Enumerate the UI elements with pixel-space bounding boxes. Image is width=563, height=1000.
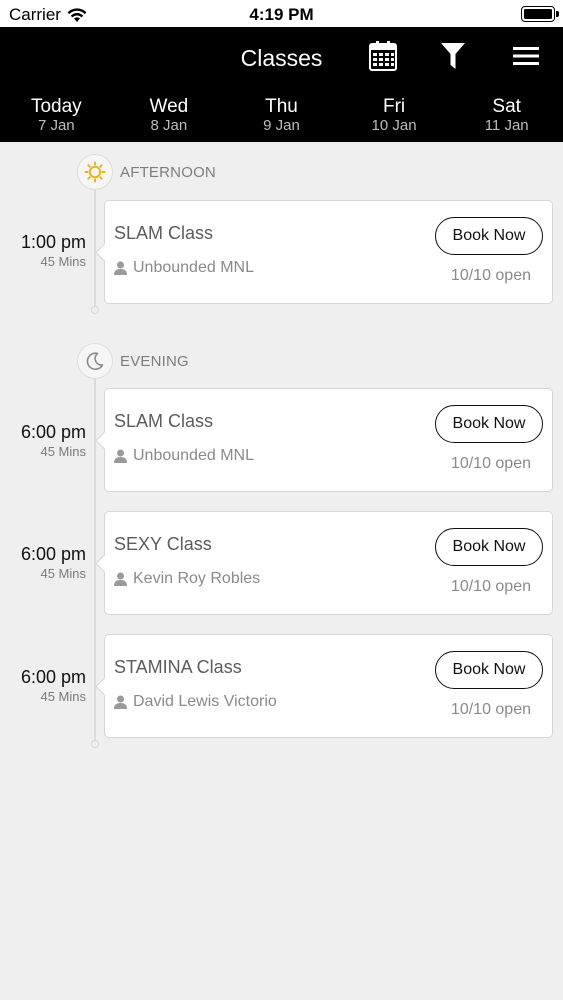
- battery-icon: [521, 6, 559, 22]
- time-label: 6:00 pm: [20, 544, 86, 564]
- person-icon: [114, 695, 127, 709]
- status-bar: Carrier 4:19 PM: [0, 0, 563, 27]
- day-tab-fri[interactable]: Fri 10 Jan: [338, 97, 451, 137]
- instructor-name: Kevin Roy Robles: [133, 570, 261, 587]
- book-now-button[interactable]: Book Now: [435, 405, 543, 443]
- day-date: 8 Jan: [150, 117, 188, 134]
- filter-icon[interactable]: [436, 39, 470, 73]
- time-label: 6:00 pm: [20, 422, 86, 442]
- instructor-name: David Lewis Victorio: [133, 693, 277, 710]
- spots-available: 10/10 open: [450, 578, 531, 595]
- class-time: 6:00 pm 45 Mins: [0, 666, 86, 705]
- day-date: 9 Jan: [263, 117, 300, 134]
- day-name: Today: [30, 96, 82, 117]
- day-tab-sat[interactable]: Sat 11 Jan: [450, 97, 563, 137]
- instructor: David Lewis Victorio: [114, 693, 277, 711]
- spots-available: 10/10 open: [450, 701, 531, 718]
- class-name: SLAM Class: [114, 223, 214, 243]
- day-name: Sat: [492, 96, 521, 117]
- instructor: Kevin Roy Robles: [114, 570, 260, 588]
- duration-label: 45 Mins: [40, 566, 86, 581]
- time-label: 1:00 pm: [20, 232, 86, 252]
- day-tab-wed[interactable]: Wed 8 Jan: [113, 97, 226, 137]
- person-icon: [114, 449, 127, 463]
- person-icon: [114, 572, 127, 586]
- class-card[interactable]: SEXY Class Kevin Roy Robles Book Now 10/…: [104, 511, 553, 615]
- instructor-name: Unbounded MNL: [133, 259, 254, 276]
- duration-label: 45 Mins: [40, 689, 86, 704]
- spots-available: 10/10 open: [450, 455, 531, 472]
- timeline-end-dot: [91, 306, 99, 314]
- page-title: Classes: [240, 45, 323, 71]
- class-card[interactable]: SLAM Class Unbounded MNL Book Now 10/10 …: [104, 388, 553, 492]
- class-card[interactable]: SLAM Class Unbounded MNL Book Now 10/10 …: [104, 200, 553, 304]
- class-time: 1:00 pm 45 Mins: [0, 231, 86, 270]
- day-date: 7 Jan: [37, 117, 75, 134]
- day-name: Fri: [383, 96, 406, 117]
- moon-icon: [77, 343, 113, 379]
- class-card[interactable]: STAMINA Class David Lewis Victorio Book …: [104, 634, 553, 738]
- section-label-evening: EVENING: [120, 353, 189, 370]
- instructor: Unbounded MNL: [114, 259, 254, 277]
- spots-available: 10/10 open: [450, 267, 531, 284]
- class-name: SEXY Class: [114, 534, 212, 554]
- day-tab-today[interactable]: Today 7 Jan: [0, 97, 113, 137]
- class-name: SLAM Class: [114, 411, 214, 431]
- instructor-name: Unbounded MNL: [133, 447, 254, 464]
- day-tabs: Today 7 Jan Wed 8 Jan Thu 9 Jan Fri 10 J…: [0, 97, 563, 137]
- duration-label: 45 Mins: [40, 254, 86, 269]
- duration-label: 45 Mins: [40, 444, 86, 459]
- instructor: Unbounded MNL: [114, 447, 254, 465]
- time-label: 6:00 pm: [20, 667, 86, 687]
- sun-icon: [77, 154, 113, 190]
- class-time: 6:00 pm 45 Mins: [0, 421, 86, 460]
- day-name: Thu: [265, 96, 298, 117]
- person-icon: [114, 261, 127, 275]
- book-now-button[interactable]: Book Now: [435, 651, 543, 689]
- timeline-line: [94, 189, 96, 307]
- book-now-button[interactable]: Book Now: [435, 217, 543, 255]
- day-tab-thu[interactable]: Thu 9 Jan: [225, 97, 338, 137]
- status-time: 4:19 PM: [249, 5, 314, 24]
- day-date: 10 Jan: [371, 117, 417, 134]
- day-date: 11 Jan: [484, 117, 529, 134]
- class-name: STAMINA Class: [114, 657, 242, 677]
- day-name: Wed: [149, 96, 189, 117]
- class-time: 6:00 pm 45 Mins: [0, 543, 86, 582]
- timeline-end-dot: [91, 740, 99, 748]
- book-now-button[interactable]: Book Now: [435, 528, 543, 566]
- app-header: Classes Today 7 Jan Wed 8 Jan Thu 9 Jan …: [0, 27, 563, 142]
- section-label-afternoon: AFTERNOON: [120, 164, 216, 181]
- calendar-icon[interactable]: [366, 39, 400, 73]
- menu-icon[interactable]: [509, 39, 543, 73]
